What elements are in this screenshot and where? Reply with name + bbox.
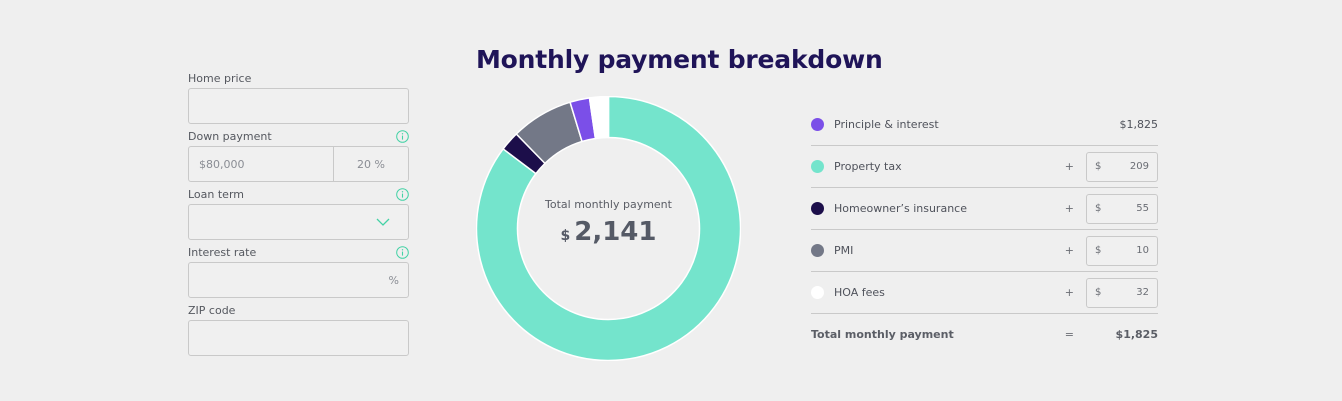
plus-sign: + xyxy=(1064,160,1074,173)
interest-rate-input[interactable]: % xyxy=(188,262,409,298)
total-value: $1,825 xyxy=(1115,327,1158,341)
zip-code-label: ZIP code xyxy=(188,303,236,317)
legend-dot xyxy=(811,286,824,299)
info-icon[interactable] xyxy=(396,245,409,259)
payment-form: Home price Down payment $80,000 20 % Loa… xyxy=(188,70,409,360)
insurance-input[interactable]: $ 55 xyxy=(1086,193,1158,224)
row-value: $1,825 xyxy=(1119,118,1159,131)
down-payment-amount-input[interactable]: $80,000 xyxy=(189,147,334,181)
plus-sign: + xyxy=(1064,286,1074,299)
breakdown-row-principal: Principle & interest $1,825 xyxy=(811,104,1158,146)
donut-currency: $ xyxy=(560,228,571,244)
hoa-input[interactable]: $ 32 xyxy=(1086,277,1158,308)
info-icon[interactable] xyxy=(396,129,409,143)
chevron-down-icon xyxy=(376,218,390,226)
equals-sign: = xyxy=(1064,327,1074,341)
legend-dot xyxy=(811,118,824,131)
legend-dot xyxy=(811,202,824,215)
donut-center-amount: $2,141 xyxy=(476,217,741,247)
amount-value: 209 xyxy=(1129,161,1149,172)
interest-rate-label: Interest rate xyxy=(188,245,257,259)
home-price-input[interactable] xyxy=(188,88,409,124)
currency-symbol: $ xyxy=(1095,287,1102,298)
legend-dot xyxy=(811,244,824,257)
total-row: Total monthly payment = $1,825 xyxy=(811,314,1158,354)
currency-symbol: $ xyxy=(1095,245,1102,256)
plus-sign: + xyxy=(1064,202,1074,215)
interest-rate-unit: % xyxy=(388,274,399,287)
currency-symbol: $ xyxy=(1095,203,1102,214)
down-payment-percent-input[interactable]: 20 % xyxy=(334,147,408,181)
legend-dot xyxy=(811,160,824,173)
page-title: Monthly payment breakdown xyxy=(476,45,883,74)
breakdown-list: Principle & interest $1,825 Property tax… xyxy=(811,104,1158,354)
breakdown-row-hoa: HOA fees + $ 32 xyxy=(811,272,1158,314)
amount-value: 32 xyxy=(1136,287,1149,298)
amount-value: 55 xyxy=(1136,203,1149,214)
row-label: Principle & interest xyxy=(834,118,939,131)
currency-symbol: $ xyxy=(1095,161,1102,172)
home-price-label: Home price xyxy=(188,71,252,85)
pmi-input[interactable]: $ 10 xyxy=(1086,235,1158,266)
loan-term-select[interactable] xyxy=(188,204,409,240)
breakdown-row-pmi: PMI + $ 10 xyxy=(811,230,1158,272)
down-payment-field: $80,000 20 % xyxy=(188,146,409,182)
breakdown-row-insurance: Homeowner’s insurance + $ 55 xyxy=(811,188,1158,230)
breakdown-row-property-tax: Property tax + $ 209 xyxy=(811,146,1158,188)
info-icon[interactable] xyxy=(396,187,409,201)
property-tax-input[interactable]: $ 209 xyxy=(1086,151,1158,182)
donut-amount-value: 2,141 xyxy=(574,217,657,247)
loan-term-label: Loan term xyxy=(188,187,244,201)
donut-center-label: Total monthly payment xyxy=(545,198,672,211)
down-payment-label: Down payment xyxy=(188,129,272,143)
amount-value: 10 xyxy=(1136,245,1149,256)
zip-code-input[interactable] xyxy=(188,320,409,356)
donut-center: Total monthly payment $2,141 xyxy=(476,198,741,247)
plus-sign: + xyxy=(1064,244,1074,257)
